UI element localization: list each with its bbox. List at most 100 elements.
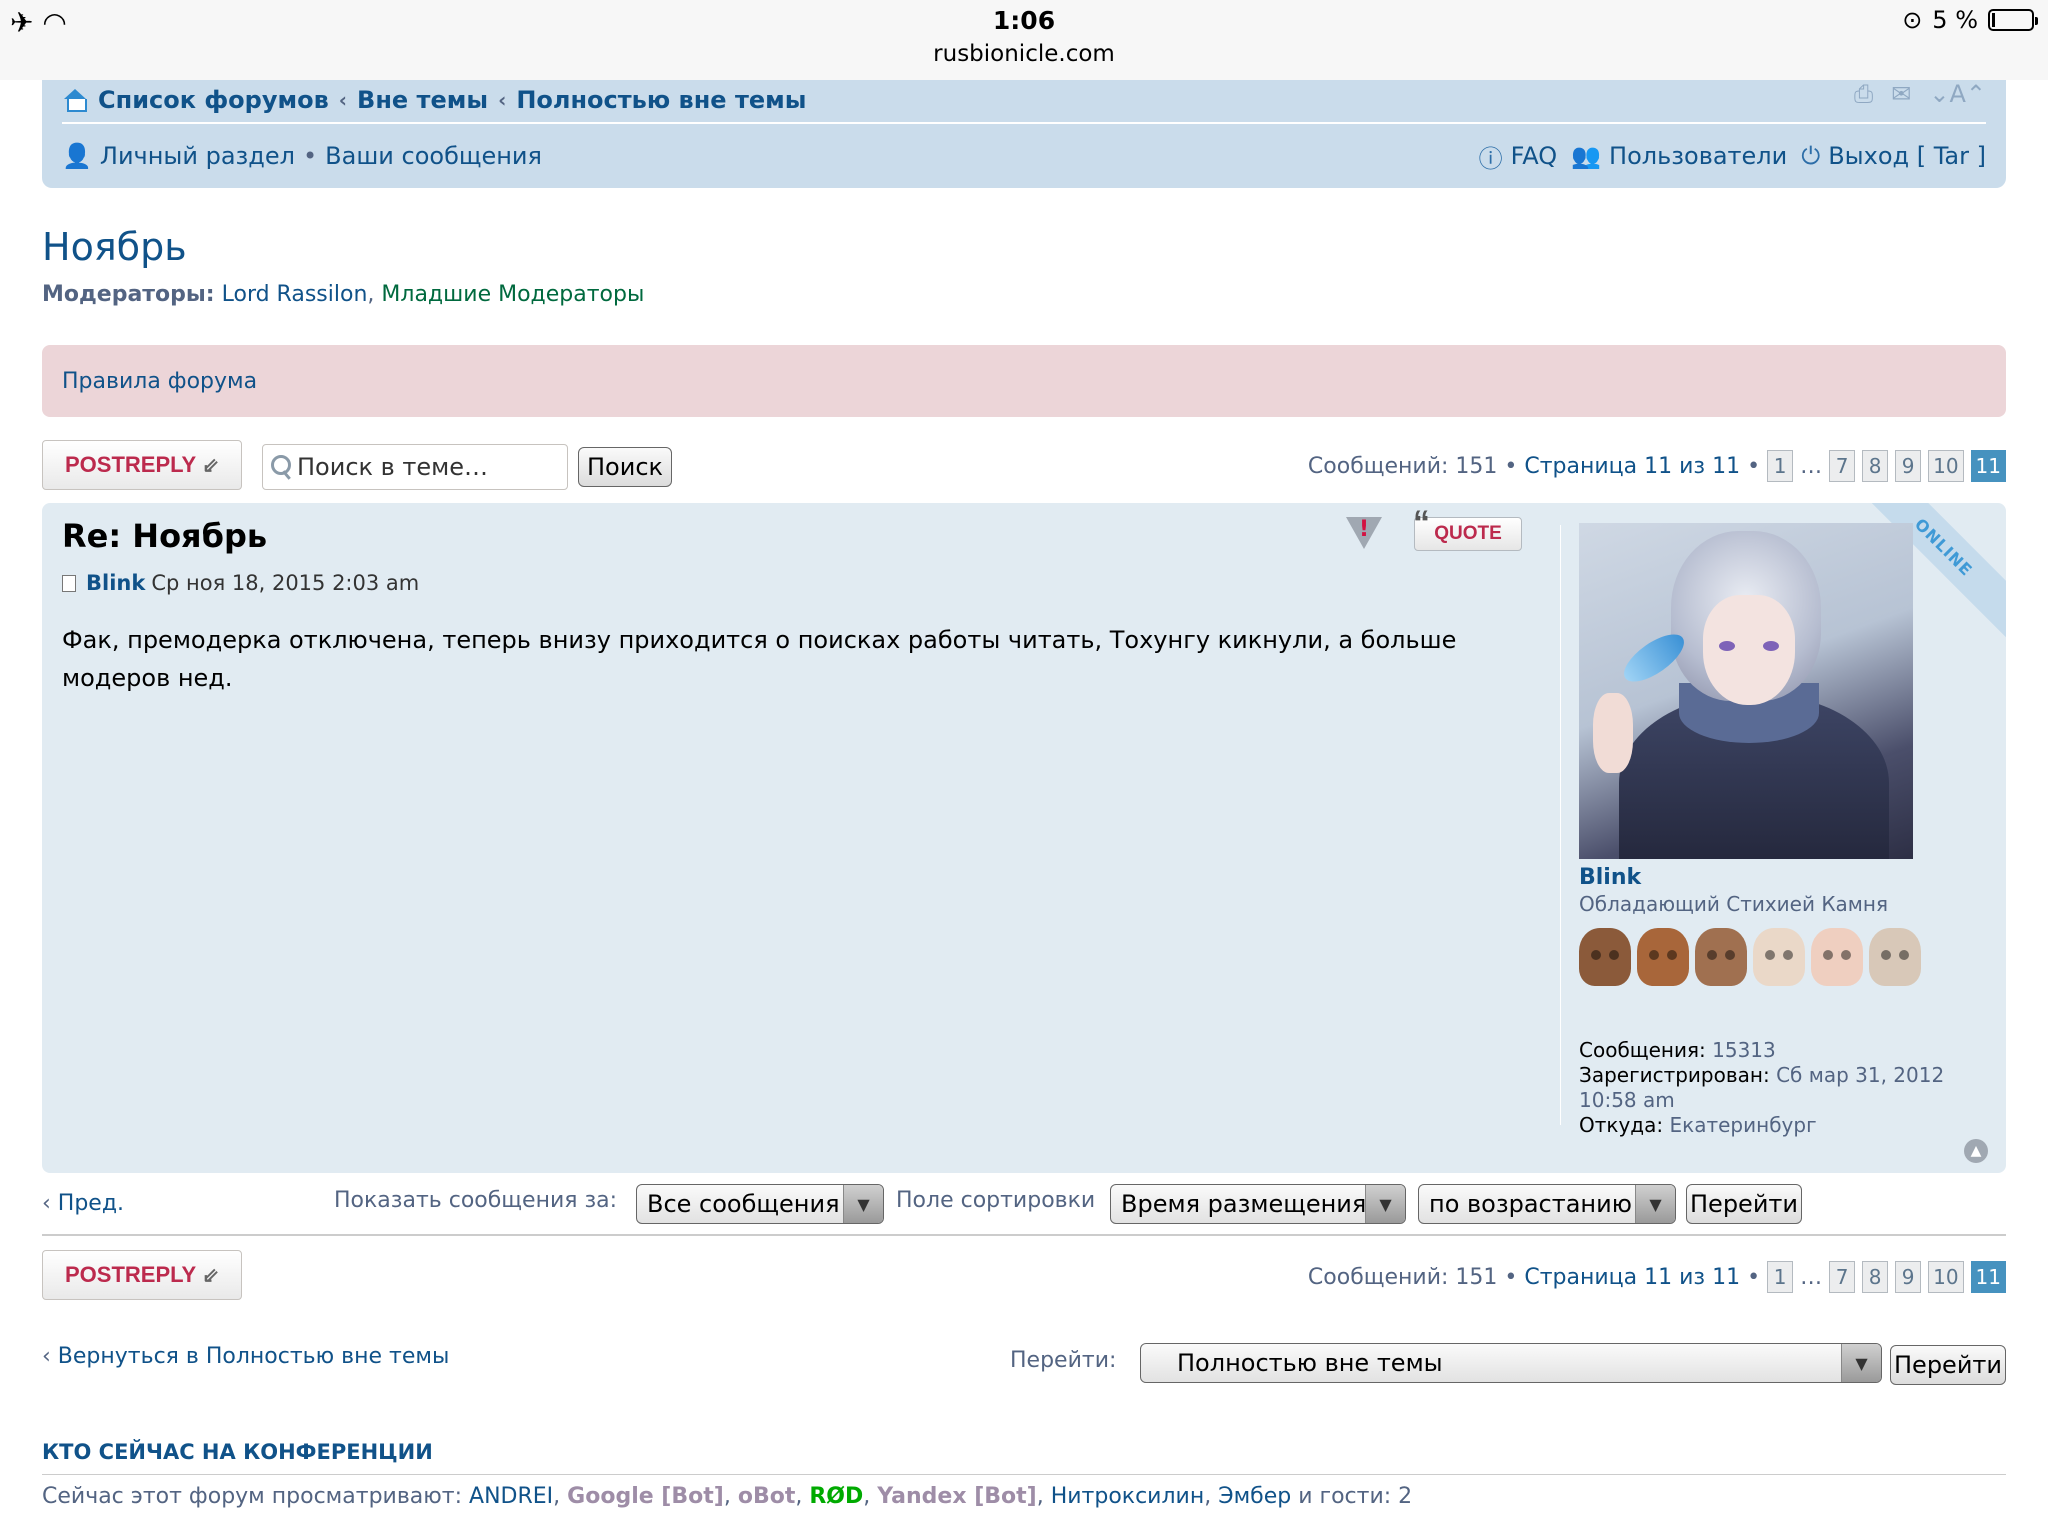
post-reply-label: POSTREPLY — [65, 452, 197, 477]
email-icon[interactable]: ✉ — [1891, 80, 1911, 108]
page-link[interactable]: 1 — [1767, 1261, 1794, 1293]
posts-label: Сообщения: — [1579, 1038, 1706, 1062]
bullet-separator: • — [1504, 453, 1518, 479]
messages-count: Сообщений: 151 — [1307, 1264, 1498, 1290]
post-date: Ср ноя 18, 2015 2:03 am — [151, 571, 420, 595]
profile-stats: Сообщения: 15313 Зарегистрирован: Сб мар… — [1579, 1038, 1989, 1138]
forum-rules-box: Правила форума — [42, 345, 2006, 417]
bullet-separator: • — [1747, 1264, 1761, 1290]
back-to-top-icon[interactable]: ▲ — [1964, 1139, 1988, 1163]
post-author[interactable]: Blink — [86, 571, 145, 595]
page-link[interactable]: 9 — [1895, 1261, 1922, 1293]
who-online-title[interactable]: КТО СЕЙЧАС НА КОНФЕРЕНЦИИ — [42, 1440, 433, 1464]
post-reply-button-bottom[interactable]: POSTREPLY ⇙ — [42, 1250, 242, 1300]
page-info[interactable]: Страница 11 из 11 — [1524, 454, 1740, 479]
breadcrumb-offtopic[interactable]: Вне темы — [357, 86, 488, 114]
sort-field-value: Время размещения — [1121, 1190, 1367, 1218]
who-online-list: Сейчас этот форум просматривают: ANDREI,… — [42, 1484, 1413, 1509]
messages-count: Сообщений: 151 — [1307, 453, 1498, 479]
chevron-left-icon: ‹ — [42, 1344, 58, 1369]
online-user[interactable]: Google [Bot] — [567, 1484, 724, 1509]
page-link[interactable]: 10 — [1928, 1261, 1964, 1293]
post-title[interactable]: Re: Ноябрь — [62, 517, 267, 555]
post-reply-button[interactable]: POSTREPLY ⇙ — [42, 440, 242, 490]
mask-icon — [1637, 928, 1689, 986]
dropdown-arrow-icon: ▼ — [843, 1185, 883, 1223]
moderators: Модераторы: Lord Rassilon, Младшие Модер… — [42, 282, 645, 307]
page-link[interactable]: 8 — [1862, 450, 1889, 482]
page-info[interactable]: Страница 11 из 11 — [1524, 1265, 1740, 1290]
sort-order-value: по возрастанию — [1429, 1190, 1632, 1218]
page-link-active[interactable]: 11 — [1970, 1261, 2006, 1293]
user-cp-link[interactable]: Личный раздел — [100, 142, 295, 170]
registered-label: Зарегистрирован: — [1579, 1063, 1770, 1087]
faq-icon: ⓘ — [1478, 144, 1503, 173]
online-user[interactable]: oBot — [738, 1484, 796, 1509]
online-user[interactable]: Yandex [Bot] — [877, 1484, 1036, 1509]
font-size-icon[interactable]: ⌄A⌃ — [1929, 80, 1986, 108]
sort-field-select[interactable]: Время размещения ▼ — [1110, 1184, 1406, 1224]
mask-icon — [1579, 928, 1631, 986]
home-icon[interactable] — [62, 89, 88, 112]
divider — [42, 1474, 2006, 1475]
users-icon: 👥 — [1571, 142, 1602, 170]
breadcrumb-separator-icon: ‹ — [498, 88, 507, 112]
page-link[interactable]: 7 — [1829, 450, 1856, 482]
moderator-group-link[interactable]: Младшие Модераторы — [381, 282, 644, 307]
moderators-label: Модераторы: — [42, 282, 215, 307]
profile-username[interactable]: Blink — [1579, 865, 1989, 890]
logout-link[interactable]: Выход [ Tar ] — [1828, 142, 1986, 170]
page-link[interactable]: 9 — [1895, 450, 1922, 482]
search-button[interactable]: Поиск — [578, 447, 672, 487]
page-ellipsis: … — [1800, 453, 1823, 479]
forum-rules-link[interactable]: Правила форума — [62, 369, 257, 394]
page-title[interactable]: Ноябрь — [42, 225, 187, 269]
posts-value[interactable]: 15313 — [1712, 1038, 1776, 1062]
sort-order-select[interactable]: по возрастанию ▼ — [1418, 1184, 1676, 1224]
search-input[interactable]: Поиск в теме… — [297, 453, 488, 481]
page-link[interactable]: 8 — [1862, 1261, 1889, 1293]
bullet-separator: • — [1504, 1264, 1518, 1290]
pagination-bottom: Сообщений: 151 • Страница 11 из 11 • 1 …… — [1308, 1261, 2006, 1293]
breadcrumb: Список форумов ‹ Вне темы ‹ Полностью вн… — [62, 80, 806, 120]
show-select[interactable]: Все сообщения ▼ — [636, 1184, 884, 1224]
sort-go-button[interactable]: Перейти — [1686, 1184, 1802, 1224]
faq-link[interactable]: FAQ — [1511, 142, 1558, 170]
page-link-active[interactable]: 11 — [1970, 450, 2006, 482]
power-icon: ⏻ — [1801, 142, 1821, 170]
jump-select[interactable]: Полностью вне темы ▼ — [1140, 1343, 1882, 1383]
prev-link[interactable]: Пред. — [58, 1191, 124, 1216]
rotation-lock-icon: ⊙ — [1902, 6, 1923, 34]
users-link[interactable]: Пользователи — [1609, 142, 1787, 170]
address-bar-url[interactable]: rusbionicle.com — [0, 41, 2048, 67]
breadcrumb-full-offtopic[interactable]: Полностью вне темы — [516, 86, 806, 114]
nav-links-row: 👤 Личный раздел • Ваши сообщения ⓘ FAQ 👥… — [62, 134, 1986, 178]
rank-masks — [1579, 928, 1989, 986]
online-user[interactable]: RØD — [809, 1484, 863, 1509]
post-icon[interactable] — [62, 574, 76, 592]
print-icon[interactable]: ⎙ — [1854, 80, 1873, 108]
pagination-top: Сообщений: 151 • Страница 11 из 11 • 1 …… — [1308, 450, 2006, 482]
topic-search-box[interactable]: Поиск в теме… — [262, 444, 568, 490]
prev-topic[interactable]: ‹ Пред. — [42, 1191, 124, 1216]
mask-icon — [1811, 928, 1863, 986]
online-user[interactable]: Эмбер — [1218, 1484, 1291, 1509]
report-icon[interactable]: ! — [1346, 517, 1382, 551]
return-link[interactable]: Вернуться в Полностью вне темы — [58, 1344, 450, 1369]
nav-divider — [62, 122, 1986, 124]
page-link[interactable]: 7 — [1829, 1261, 1856, 1293]
moderator-link[interactable]: Lord Rassilon — [222, 282, 368, 307]
guests-count: и гости: 2 — [1298, 1484, 1413, 1509]
who-online-prefix: Сейчас этот форум просматривают: — [42, 1484, 463, 1509]
quote-button[interactable]: QUOTE — [1413, 504, 1522, 551]
page-link[interactable]: 1 — [1767, 450, 1794, 482]
breadcrumb-forum-list[interactable]: Список форумов — [98, 86, 329, 114]
page-link[interactable]: 10 — [1928, 450, 1964, 482]
avatar[interactable] — [1579, 523, 1913, 859]
return-to-forum[interactable]: ‹ Вернуться в Полностью вне темы — [42, 1344, 449, 1369]
jump-go-button[interactable]: Перейти — [1890, 1345, 2006, 1385]
from-label: Откуда: — [1579, 1113, 1664, 1137]
online-user[interactable]: Нитроксилин — [1051, 1484, 1205, 1509]
your-posts-link[interactable]: Ваши сообщения — [325, 142, 542, 170]
online-user[interactable]: ANDREI — [469, 1484, 553, 1509]
